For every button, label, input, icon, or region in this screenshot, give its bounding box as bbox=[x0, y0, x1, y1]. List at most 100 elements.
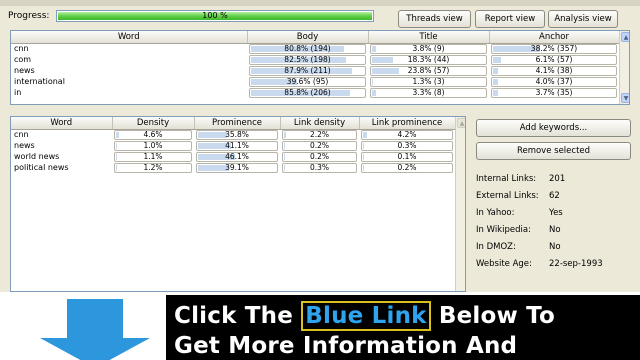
density-table: Word Density Prominence Link density Lin… bbox=[10, 116, 466, 292]
anchor-cell-value: 4.0% (37) bbox=[535, 76, 573, 86]
body-cell-bar: 39.6% (95) bbox=[249, 76, 366, 87]
anchor-cell-value: 3.7% (35) bbox=[535, 87, 573, 97]
anchor-cell: 38.2% (357) bbox=[489, 43, 619, 54]
col-header-density[interactable]: Density bbox=[112, 117, 195, 130]
link-density-cell-bar: 0.3% bbox=[282, 162, 357, 173]
word-cell: com bbox=[14, 55, 32, 64]
scroll-up-arrow-icon[interactable]: ▲ bbox=[621, 32, 629, 42]
prominence-cell: 39.1% bbox=[194, 162, 280, 173]
progress-text: 100 % bbox=[202, 11, 228, 20]
anchor-cell-bar: 4.1% (38) bbox=[491, 65, 617, 76]
table-row[interactable]: international 39.6% (95) 1.3% (3) 4.0% (37) bbox=[11, 76, 619, 87]
body-cell-bar: 87.9% (211) bbox=[249, 65, 366, 76]
anchor-cell-bar: 4.0% (37) bbox=[491, 76, 617, 87]
col-header-word[interactable]: Word bbox=[11, 31, 248, 44]
anchor-cell-value: 38.2% (357) bbox=[530, 43, 578, 53]
stat-value: Yes bbox=[549, 208, 563, 218]
title-cell: 3.8% (9) bbox=[368, 43, 489, 54]
prominence-cell: 41.1% bbox=[194, 140, 280, 151]
body-cell-bar: 80.8% (194) bbox=[249, 43, 366, 54]
title-cell-bar: 1.3% (3) bbox=[370, 76, 487, 87]
table-row[interactable]: cnn 80.8% (194) 3.8% (9) 38.2% (357) bbox=[11, 43, 619, 54]
body-cell: 80.8% (194) bbox=[247, 43, 368, 54]
analysis-view-button[interactable]: Analysis view bbox=[548, 10, 618, 28]
scroll-down-arrow-icon[interactable]: ▼ bbox=[621, 93, 629, 103]
scroll-up-arrow-icon[interactable]: ▲ bbox=[457, 118, 465, 128]
body-cell-bar: 82.5% (198) bbox=[249, 54, 366, 65]
table-row[interactable]: world news 1.1% 46.1% 0.2% 0.1% bbox=[11, 151, 455, 162]
title-cell: 18.3% (44) bbox=[368, 54, 489, 65]
anchor-cell-value: 4.1% (38) bbox=[535, 65, 573, 75]
anchor-cell-value: 6.1% (57) bbox=[535, 54, 573, 64]
table-row[interactable]: political news 1.2% 39.1% 0.3% 0.2% bbox=[11, 162, 455, 173]
col-header-body[interactable]: Body bbox=[247, 31, 369, 44]
blue-link-highlight: Blue Link bbox=[301, 301, 431, 331]
anchor-cell: 4.0% (37) bbox=[489, 76, 619, 87]
prominence-cell-bar: 39.1% bbox=[196, 162, 278, 173]
add-keywords-button[interactable]: Add keywords... bbox=[476, 119, 631, 137]
remove-selected-button[interactable]: Remove selected bbox=[476, 142, 631, 160]
anchor-cell-bar: 3.7% (35) bbox=[491, 87, 617, 98]
table-row[interactable]: in 85.8% (206) 3.3% (8) 3.7% (35) bbox=[11, 87, 619, 98]
title-cell-bar: 3.8% (9) bbox=[370, 43, 487, 54]
down-arrow-head-icon bbox=[40, 338, 150, 360]
density-cell: 1.2% bbox=[112, 162, 194, 173]
col-header-anchor[interactable]: Anchor bbox=[489, 31, 620, 44]
title-cell-value: 3.3% (8) bbox=[412, 87, 445, 97]
table-row[interactable]: cnn 4.6% 35.8% 2.2% 4.2% bbox=[11, 129, 455, 140]
prominence-cell-value: 39.1% bbox=[225, 162, 249, 172]
prominence-cell-bar: 35.8% bbox=[196, 129, 278, 140]
link-prominence-cell-bar: 0.1% bbox=[361, 151, 453, 162]
link-prominence-cell: 4.2% bbox=[359, 129, 455, 140]
stat-value: 62 bbox=[549, 191, 560, 201]
anchor-cell: 6.1% (57) bbox=[489, 54, 619, 65]
density-table-scrollbar[interactable]: ▲ bbox=[455, 117, 465, 291]
stat-value: No bbox=[549, 225, 561, 235]
stat-label: Website Age: bbox=[476, 259, 532, 269]
table-row[interactable]: news 1.0% 41.1% 0.2% 0.3% bbox=[11, 140, 455, 151]
keyword-table-scrollbar[interactable]: ▲ ▼ bbox=[619, 31, 629, 104]
link-prominence-cell-bar: 4.2% bbox=[361, 129, 453, 140]
link-prominence-cell-value: 0.3% bbox=[397, 140, 417, 150]
anchor-cell: 3.7% (35) bbox=[489, 87, 619, 98]
body-cell-value: 80.8% (194) bbox=[284, 43, 331, 53]
body-cell: 85.8% (206) bbox=[247, 87, 368, 98]
col-header-word[interactable]: Word bbox=[11, 117, 113, 130]
keyword-table: Word Body Title Anchor cnn 80.8% (194) 3.8… bbox=[10, 30, 630, 105]
density-cell-bar: 1.0% bbox=[114, 140, 192, 151]
link-density-cell-bar: 0.2% bbox=[282, 140, 357, 151]
col-header-link-density[interactable]: Link density bbox=[280, 117, 360, 130]
link-density-cell: 0.3% bbox=[280, 162, 359, 173]
table-row[interactable]: news 87.9% (211) 23.8% (57) 4.1% (38) bbox=[11, 65, 619, 76]
col-header-title[interactable]: Title bbox=[368, 31, 490, 44]
table-row[interactable]: com 82.5% (198) 18.3% (44) 6.1% (57) bbox=[11, 54, 619, 65]
body-cell-value: 87.9% (211) bbox=[284, 65, 331, 75]
prominence-cell-value: 35.8% bbox=[225, 129, 249, 139]
anchor-cell-bar: 6.1% (57) bbox=[491, 54, 617, 65]
body-cell-value: 85.8% (206) bbox=[284, 87, 331, 97]
title-cell-bar: 3.3% (8) bbox=[370, 87, 487, 98]
stat-label: In DMOZ: bbox=[476, 242, 516, 252]
title-cell: 1.3% (3) bbox=[368, 76, 489, 87]
link-density-cell-bar: 0.2% bbox=[282, 151, 357, 162]
stat-label: External Links: bbox=[476, 191, 539, 201]
body-cell-bar: 85.8% (206) bbox=[249, 87, 366, 98]
stat-label: Internal Links: bbox=[476, 174, 537, 184]
link-prominence-cell-value: 0.1% bbox=[397, 151, 417, 161]
threads-view-button[interactable]: Threads view bbox=[398, 10, 471, 28]
stat-value: 201 bbox=[549, 174, 566, 184]
word-cell: news bbox=[14, 66, 35, 75]
report-view-button[interactable]: Report view bbox=[475, 10, 545, 28]
word-cell: world news bbox=[14, 152, 60, 161]
anchor-cell-bar: 38.2% (357) bbox=[491, 43, 617, 54]
col-header-link-prominence[interactable]: Link prominence bbox=[359, 117, 456, 130]
banner-text-pre: Click The bbox=[174, 303, 302, 329]
banner-line-1: Click The Blue Link Below To bbox=[174, 301, 555, 331]
link-prominence-cell-value: 0.2% bbox=[397, 162, 417, 172]
title-cell-value: 23.8% (57) bbox=[407, 65, 450, 75]
word-cell: cnn bbox=[14, 44, 29, 54]
link-density-cell-value: 0.3% bbox=[309, 162, 330, 172]
body-cell: 82.5% (198) bbox=[247, 54, 368, 65]
density-cell: 1.0% bbox=[112, 140, 194, 151]
col-header-prominence[interactable]: Prominence bbox=[194, 117, 281, 130]
